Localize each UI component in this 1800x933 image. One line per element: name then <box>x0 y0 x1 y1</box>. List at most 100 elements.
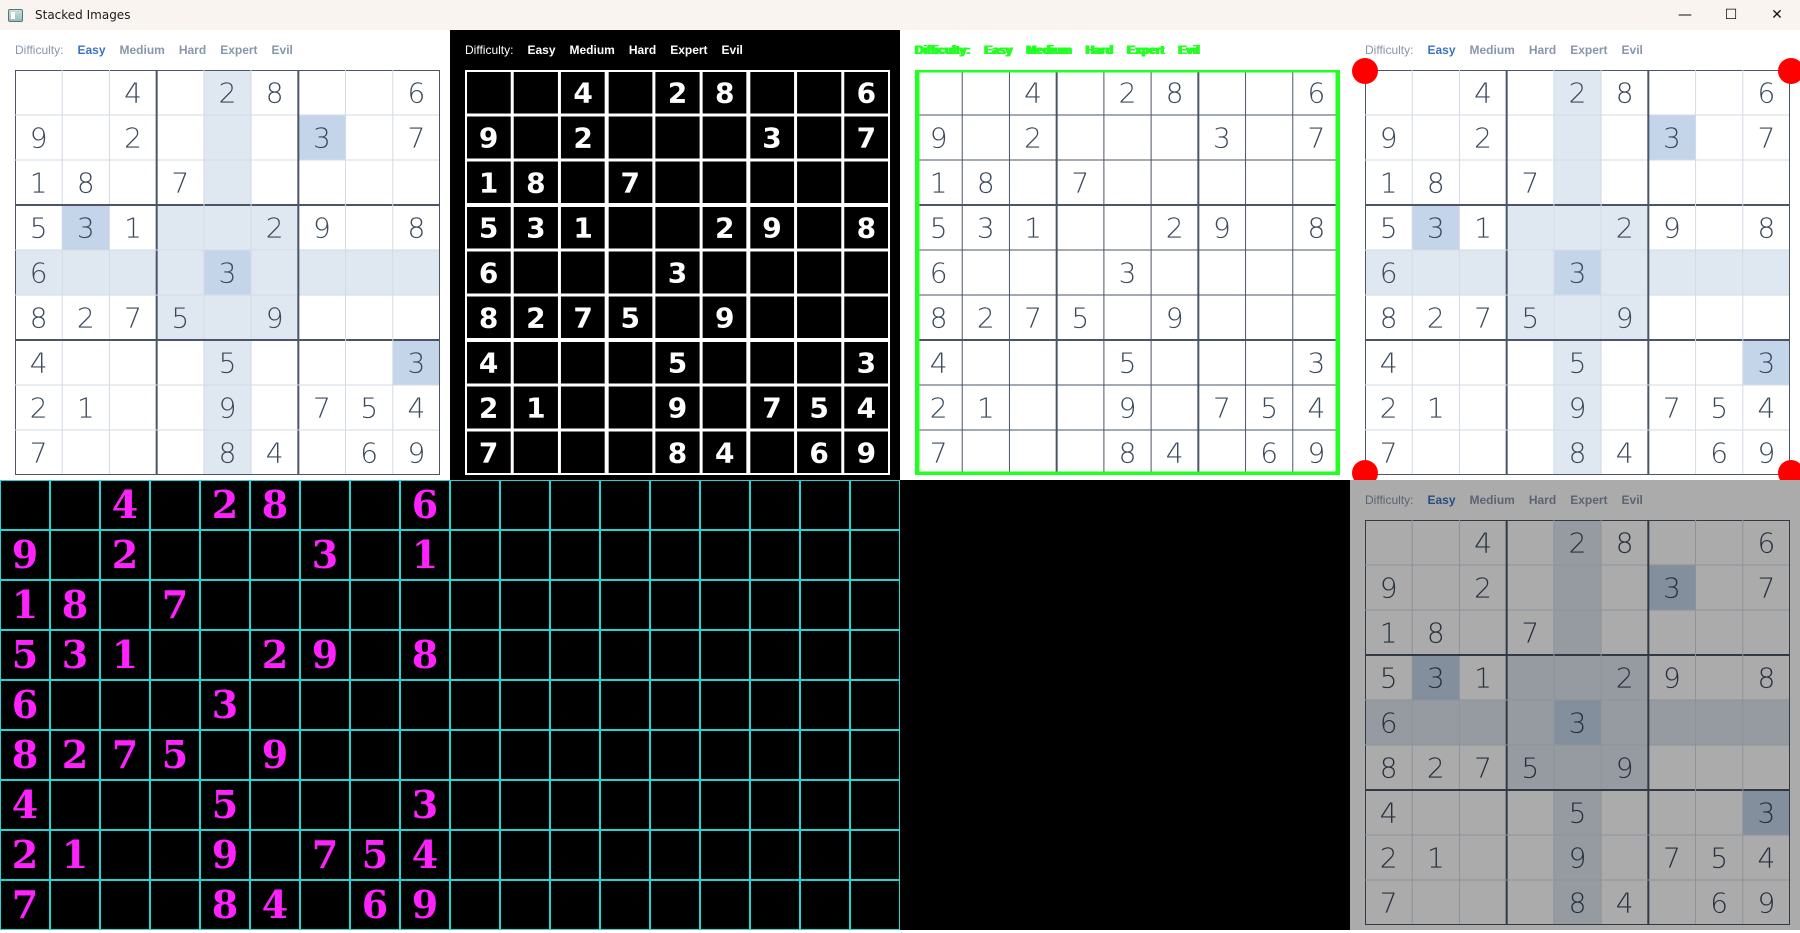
cell-digit[interactable]: 2 <box>1024 122 1042 155</box>
cell-digit[interactable]: 5 <box>479 212 498 245</box>
cell-digit[interactable]: 8 <box>930 302 948 335</box>
cell-digit[interactable]: 4 <box>1380 347 1398 380</box>
cell-digit[interactable]: 9 <box>1307 437 1325 470</box>
cell-digit[interactable]: 8 <box>266 77 284 110</box>
cell-digit[interactable]: 5 <box>1119 347 1137 380</box>
cell-digit[interactable]: 9 <box>1569 842 1587 875</box>
cell-digit[interactable]: 7 <box>313 392 331 425</box>
cell-digit[interactable]: 8 <box>526 167 545 200</box>
cell-digit[interactable]: 8 <box>1427 617 1445 650</box>
cell-digit[interactable]: 7 <box>1474 302 1492 335</box>
cell-digit[interactable]: 9 <box>1166 302 1184 335</box>
cell-digit[interactable]: 2 <box>124 122 142 155</box>
cell-digit[interactable]: 4 <box>1380 797 1398 830</box>
difficulty-expert[interactable]: Expert <box>1127 43 1164 57</box>
difficulty-evil[interactable]: Evil <box>272 43 293 57</box>
cell-digit[interactable]: 7 <box>124 302 142 335</box>
cell-digit[interactable]: 9 <box>1380 122 1398 155</box>
difficulty-evil[interactable]: Evil <box>1622 493 1643 507</box>
cell-digit[interactable]: 1 <box>573 212 592 245</box>
cell-digit[interactable]: 2 <box>1569 527 1587 560</box>
cell-digit[interactable]: 8 <box>857 212 876 245</box>
cell-digit[interactable]: 2 <box>977 302 995 335</box>
cell-digit[interactable]: 1 <box>1024 212 1042 245</box>
cell-digit[interactable]: 9 <box>313 212 331 245</box>
cell-digit[interactable]: 5 <box>30 212 48 245</box>
cell-digit[interactable]: 1 <box>977 392 995 425</box>
cell-digit[interactable]: 2 <box>1427 752 1445 785</box>
cell-digit[interactable]: 7 <box>407 122 425 155</box>
cell-digit[interactable]: 2 <box>1474 572 1492 605</box>
cell-digit[interactable]: 7 <box>930 437 948 470</box>
difficulty-hard[interactable]: Hard <box>179 43 206 57</box>
cell-digit[interactable]: 2 <box>1616 662 1634 695</box>
cell-digit[interactable]: 3 <box>1427 662 1445 695</box>
difficulty-expert[interactable]: Expert <box>1570 493 1607 507</box>
difficulty-medium[interactable]: Medium <box>1026 43 1071 57</box>
cell-digit[interactable]: 7 <box>479 437 498 470</box>
cell-digit[interactable]: 4 <box>266 437 284 470</box>
cell-digit[interactable]: 1 <box>30 167 48 200</box>
cell-digit[interactable]: 3 <box>1307 347 1325 380</box>
difficulty-medium[interactable]: Medium <box>1470 493 1515 507</box>
difficulty-hard[interactable]: Hard <box>1529 493 1556 507</box>
cell-digit[interactable]: 6 <box>30 257 48 290</box>
cell-digit[interactable]: 3 <box>668 257 687 290</box>
cell-digit[interactable]: 5 <box>1380 662 1398 695</box>
cell-digit[interactable]: 9 <box>1569 392 1587 425</box>
cell-digit[interactable]: 3 <box>526 212 545 245</box>
cell-digit[interactable]: 7 <box>1380 887 1398 920</box>
difficulty-hard[interactable]: Hard <box>1086 43 1113 57</box>
cell-digit[interactable]: 1 <box>1427 392 1445 425</box>
cell-digit[interactable]: 2 <box>715 212 734 245</box>
cell-digit[interactable]: 9 <box>30 122 48 155</box>
cell-digit[interactable]: 7 <box>1757 572 1775 605</box>
cell-digit[interactable]: 8 <box>1569 887 1587 920</box>
cell-digit[interactable]: 7 <box>1024 302 1042 335</box>
cell-digit[interactable]: 7 <box>1663 842 1681 875</box>
cell-digit[interactable]: 2 <box>1427 302 1445 335</box>
cell-digit[interactable]: 4 <box>30 347 48 380</box>
cell-digit[interactable]: 8 <box>1119 437 1137 470</box>
cell-digit[interactable]: 2 <box>930 392 948 425</box>
difficulty-hard[interactable]: Hard <box>1529 43 1556 57</box>
cell-digit[interactable]: 5 <box>219 347 237 380</box>
cell-digit[interactable]: 4 <box>1616 887 1634 920</box>
cell-digit[interactable]: 7 <box>857 122 876 155</box>
cell-digit[interactable]: 3 <box>1119 257 1137 290</box>
cell-digit[interactable]: 6 <box>1380 257 1398 290</box>
cell-digit[interactable]: 2 <box>1119 77 1137 110</box>
cell-digit[interactable]: 6 <box>360 437 378 470</box>
cell-digit[interactable]: 3 <box>1569 707 1587 740</box>
cell-digit[interactable]: 7 <box>621 167 640 200</box>
cell-digit[interactable]: 1 <box>1474 212 1492 245</box>
cell-digit[interactable]: 2 <box>1616 212 1634 245</box>
cell-digit[interactable]: 9 <box>857 437 876 470</box>
difficulty-expert[interactable]: Expert <box>1570 43 1607 57</box>
cell-digit[interactable]: 5 <box>1521 752 1539 785</box>
cell-digit[interactable]: 7 <box>1474 752 1492 785</box>
cell-digit[interactable]: 5 <box>1710 392 1728 425</box>
cell-digit[interactable]: 3 <box>1757 347 1775 380</box>
difficulty-expert[interactable]: Expert <box>670 43 707 57</box>
cell-digit[interactable]: 7 <box>1380 437 1398 470</box>
cell-digit[interactable]: 2 <box>1474 122 1492 155</box>
maximize-button[interactable]: ☐ <box>1708 0 1754 30</box>
cell-digit[interactable]: 1 <box>479 167 498 200</box>
cell-digit[interactable]: 5 <box>1380 212 1398 245</box>
cell-digit[interactable]: 6 <box>1307 77 1325 110</box>
difficulty-hard[interactable]: Hard <box>629 43 656 57</box>
cell-digit[interactable]: 9 <box>1757 437 1775 470</box>
close-button[interactable]: ✕ <box>1754 0 1800 30</box>
cell-digit[interactable]: 8 <box>1757 212 1775 245</box>
cell-digit[interactable]: 1 <box>1474 662 1492 695</box>
cell-digit[interactable]: 7 <box>1521 617 1539 650</box>
cell-digit[interactable]: 3 <box>857 347 876 380</box>
cell-digit[interactable]: 2 <box>219 77 237 110</box>
cell-digit[interactable]: 7 <box>1213 392 1231 425</box>
cell-digit[interactable]: 5 <box>1569 797 1587 830</box>
cell-digit[interactable]: 9 <box>668 392 687 425</box>
cell-digit[interactable]: 8 <box>715 77 734 110</box>
difficulty-evil[interactable]: Evil <box>1622 43 1643 57</box>
cell-digit[interactable]: 5 <box>930 212 948 245</box>
